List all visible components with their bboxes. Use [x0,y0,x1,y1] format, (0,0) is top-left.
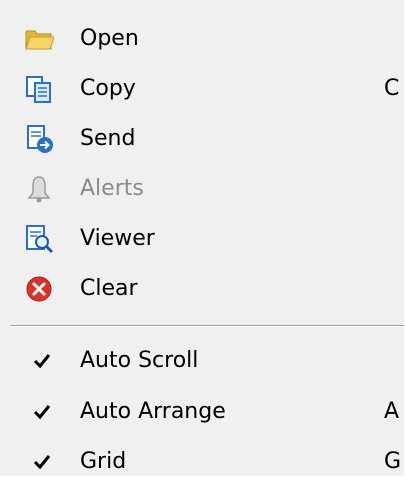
send-icon [24,124,54,154]
menu-item-clear[interactable]: Clear [0,264,404,314]
folder-icon [24,24,54,54]
menu-item-open[interactable]: Open [0,14,404,64]
menu-item-label: Clear [80,276,138,301]
menu-item-shortcut: C [384,76,400,101]
menu-item-shortcut: G [384,449,402,474]
menu-item-auto-scroll[interactable]: Auto Scroll [0,336,404,386]
checkmark-icon [32,452,52,472]
copy-icon [24,74,54,104]
menu-separator [10,325,404,327]
menu-item-viewer[interactable]: Viewer [0,214,404,264]
menu-item-label: Copy [80,76,136,101]
menu-item-label: Send [80,126,136,151]
menu-item-alerts[interactable]: Alerts [0,164,404,214]
context-menu: Open Copy C Send Alerts Viewer Clear Aut… [0,0,404,476]
bell-icon [24,174,54,204]
menu-item-auto-arrange[interactable]: Auto Arrange A [0,387,404,437]
viewer-icon [24,224,54,254]
menu-item-copy[interactable]: Copy C [0,64,404,114]
menu-item-label: Auto Scroll [80,348,199,373]
clear-icon [24,274,54,304]
menu-item-label: Auto Arrange [80,399,226,424]
checkmark-icon [32,402,52,422]
menu-item-label: Alerts [80,176,144,201]
menu-item-grid[interactable]: Grid G [0,437,404,487]
menu-item-shortcut: A [384,399,400,424]
menu-item-label: Viewer [80,226,155,251]
menu-item-label: Open [80,26,139,51]
menu-item-send[interactable]: Send [0,114,404,164]
checkmark-icon [32,351,52,371]
menu-item-label: Grid [80,449,127,474]
